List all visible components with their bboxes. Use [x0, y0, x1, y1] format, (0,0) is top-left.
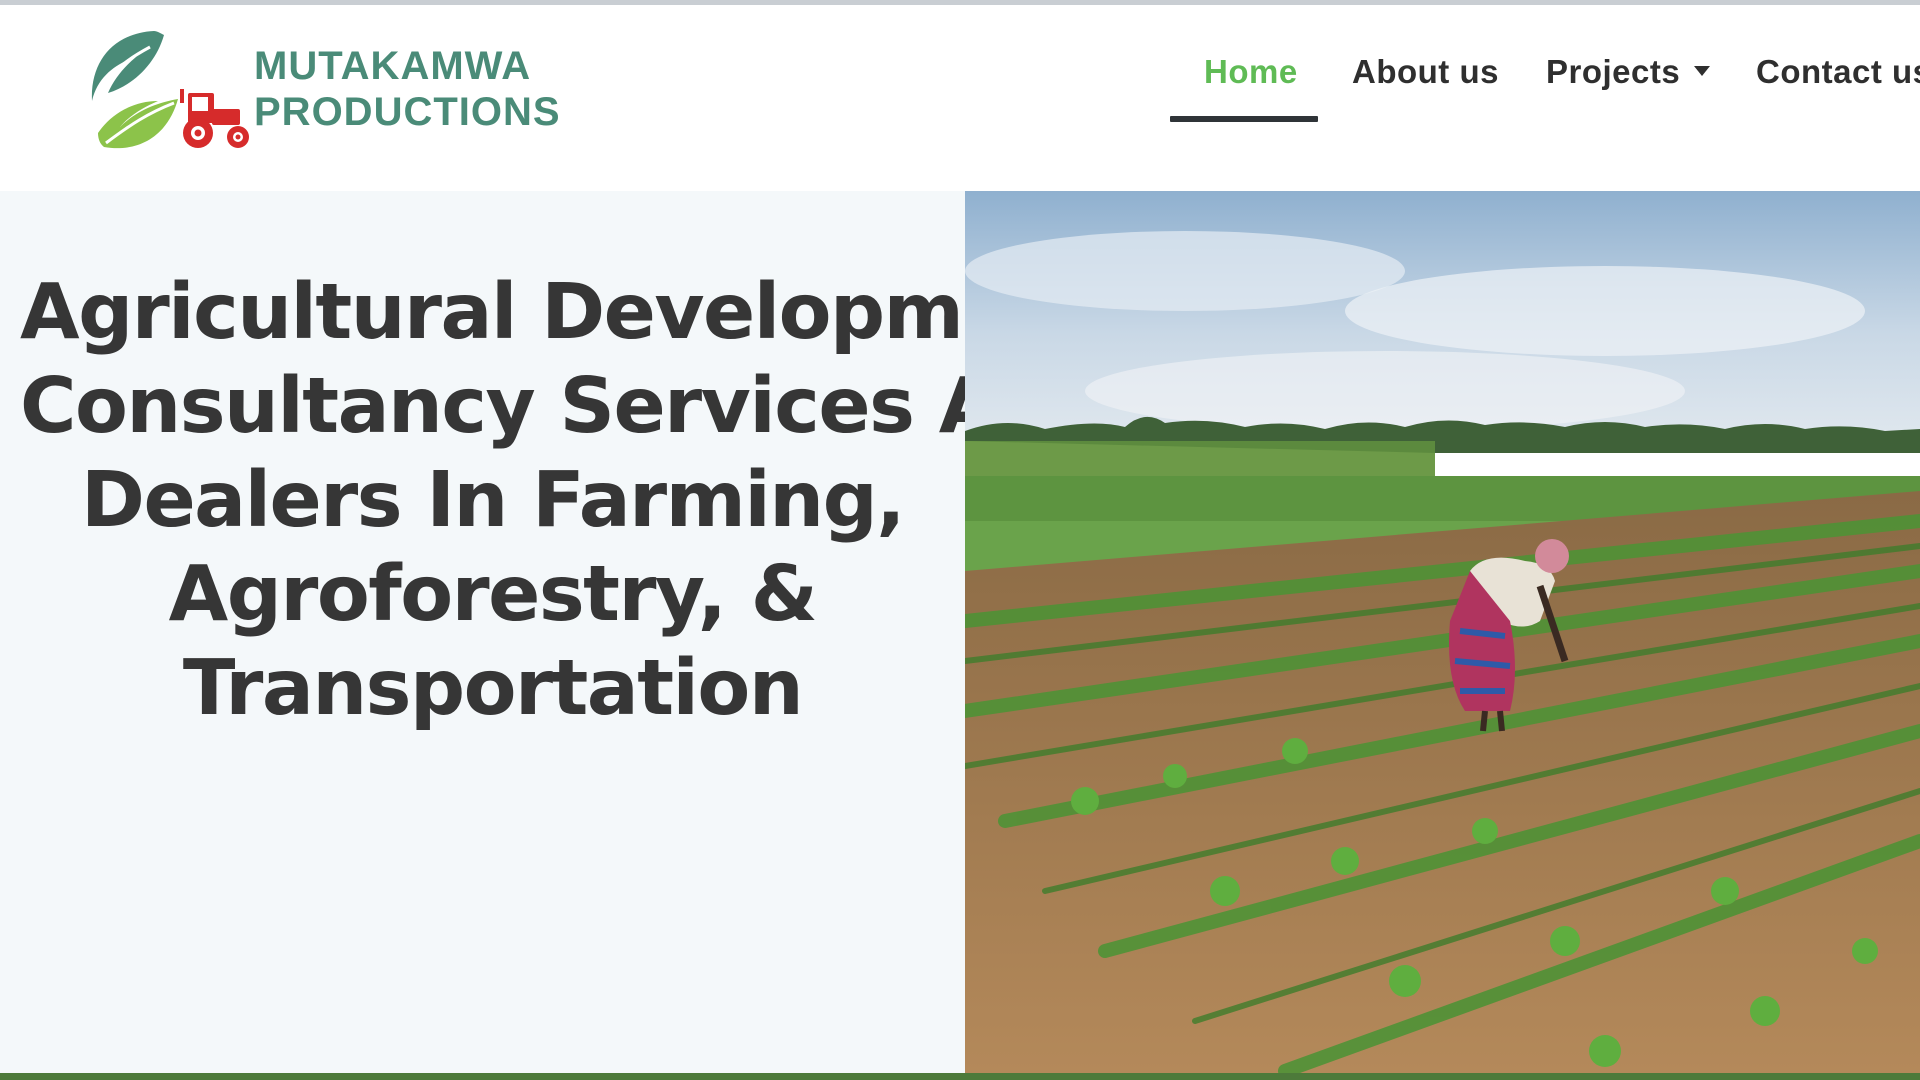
hero-title-line: Agricultural Development — [20, 267, 1103, 357]
leaf-tractor-logo-icon — [91, 31, 249, 149]
hero-title-line: Consultancy Services And — [20, 361, 1105, 451]
nav-contact-link[interactable]: Contact us — [1756, 53, 1920, 91]
brand-name-line2: PRODUCTIONS — [254, 90, 561, 134]
main-navigation: Home About us Projects Contact us — [1120, 5, 1920, 191]
nav-home-link[interactable]: Home — [1204, 53, 1298, 91]
footer-accent-bar — [0, 1073, 1920, 1080]
hero-farm-photo — [965, 191, 1920, 1073]
farm-field-image — [965, 191, 1920, 1073]
site-logo[interactable]: MUTAKAMWA PRODUCTIONS — [84, 27, 560, 157]
nav-projects-label: Projects — [1546, 53, 1681, 90]
nav-projects-link[interactable]: Projects — [1546, 53, 1711, 91]
site-header: MUTAKAMWA PRODUCTIONS Home About us Proj… — [0, 5, 1920, 192]
hero-title-line: Transportation — [182, 643, 804, 733]
hero-title: Agricultural Development Consultancy Ser… — [20, 266, 1105, 736]
hero-title-line: Agroforestry, & — [168, 549, 818, 639]
hero-title-line: Dealers In Farming, — [81, 455, 905, 545]
nav-about-link[interactable]: About us — [1352, 53, 1499, 91]
brand-name-line1: MUTAKAMWA — [254, 44, 532, 88]
nav-active-indicator — [1170, 116, 1318, 122]
caret-down-icon — [1694, 66, 1711, 77]
brand-name: MUTAKAMWA PRODUCTIONS — [254, 43, 561, 135]
